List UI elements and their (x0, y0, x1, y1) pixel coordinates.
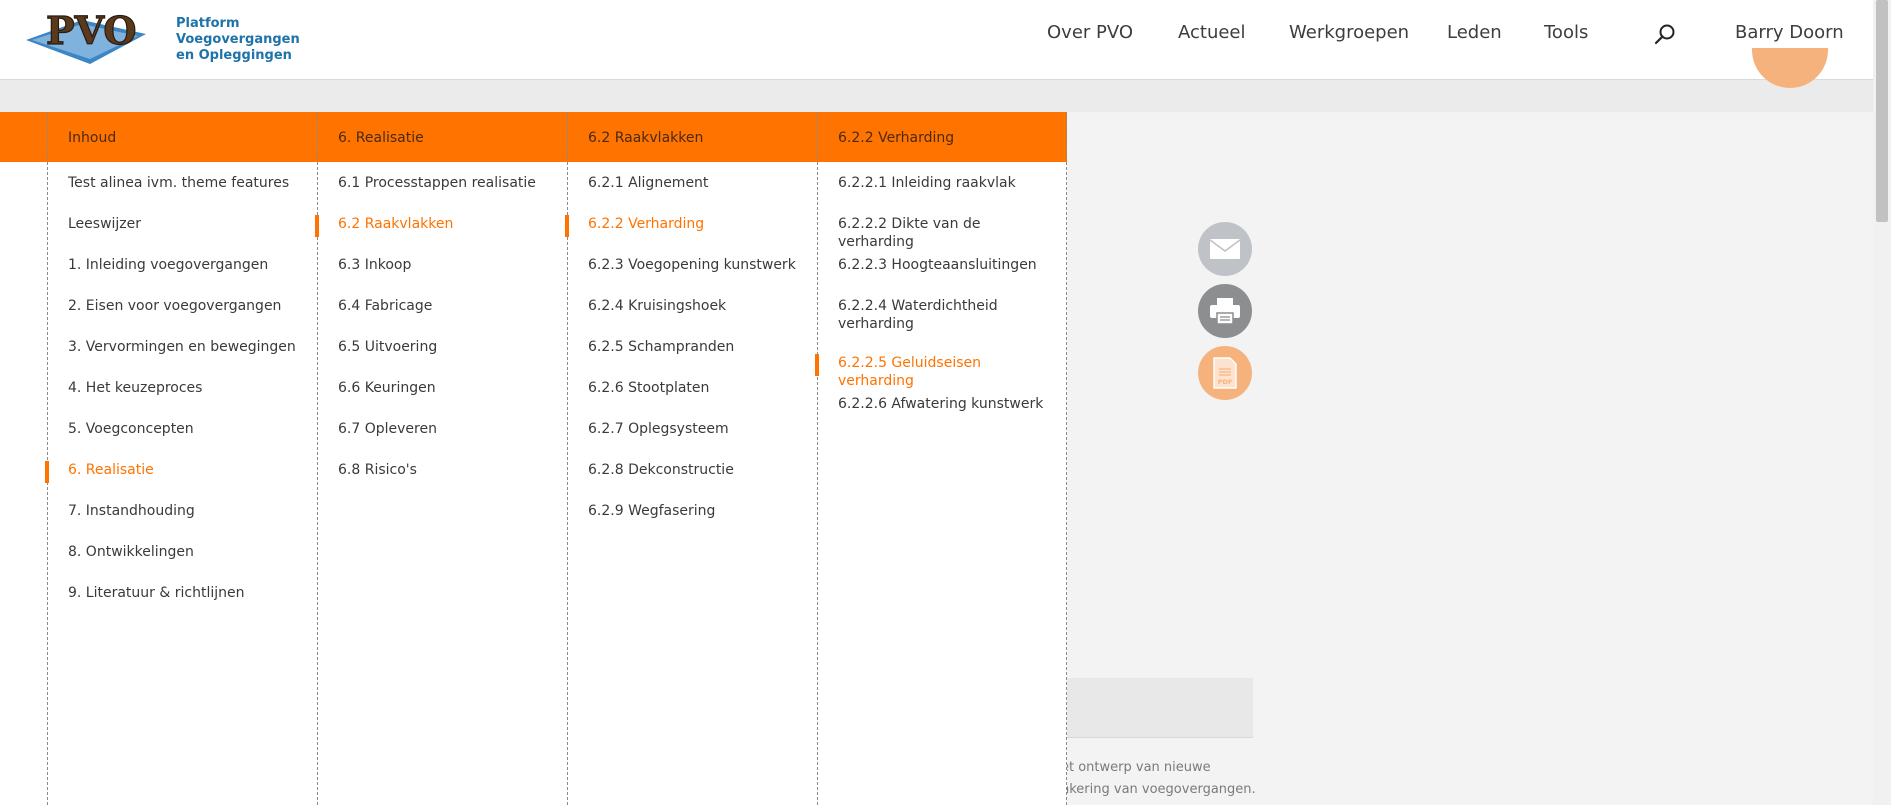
menu-item[interactable]: 1. Inleiding voegovergangen (48, 256, 317, 297)
menu-item[interactable]: 6.2.4 Kruisingshoek (568, 297, 817, 338)
menu-item[interactable]: 6.2 Raakvlakken (315, 215, 567, 256)
menu-list: 6.2.2.1 Inleiding raakvlak 6.2.2.2 Dikte … (815, 174, 1066, 436)
mega-menu: Inhoud Test alinea ivm. theme features Le… (0, 112, 1067, 805)
menu-item[interactable]: Leeswijzer (48, 215, 317, 256)
menu-column-title[interactable]: 6. Realisatie (338, 130, 424, 146)
site-header: PVO Platform Voegovergangen en Oplegging… (0, 0, 1873, 80)
menu-item[interactable]: 6.4 Fabricage (318, 297, 567, 338)
nav-tools[interactable]: Tools (1544, 22, 1588, 43)
menu-item[interactable]: 6.2.2.5 Geluidseisen verharding (815, 354, 1066, 395)
header-band (0, 80, 1873, 112)
menu-item[interactable]: 6.2.8 Dekconstructie (568, 461, 817, 502)
menu-item[interactable]: 6.8 Risico's (318, 461, 567, 502)
nav-actueel[interactable]: Actueel (1178, 22, 1246, 43)
menu-item[interactable]: 7. Instandhouding (48, 502, 317, 543)
menu-column-title[interactable]: Inhoud (68, 130, 116, 146)
menu-list: Test alinea ivm. theme features Leeswijze… (45, 174, 317, 625)
menu-item[interactable]: 6.2.1 Alignement (568, 174, 817, 215)
nav-user[interactable]: Barry Doorn (1735, 22, 1844, 43)
menu-item[interactable]: 6.2.5 Schampranden (568, 338, 817, 379)
content-panel (1067, 678, 1253, 738)
search-icon[interactable] (1654, 23, 1676, 45)
menu-item[interactable]: 6.2.2.3 Hoogteaansluitingen (818, 256, 1066, 297)
menu-item[interactable]: 9. Literatuur & richtlijnen (48, 584, 317, 625)
menu-item[interactable]: 6.2.2 Verharding (565, 215, 817, 256)
main-nav: Over PVO Actueel Werkgroepen Leden Tools… (0, 22, 1873, 46)
mail-icon (1209, 239, 1241, 259)
nav-leden[interactable]: Leden (1447, 22, 1502, 43)
share-mail-button[interactable] (1198, 222, 1252, 276)
content-line-2: nkering van voegovergangen. (1061, 782, 1256, 797)
menu-item[interactable]: 6.2.2.1 Inleiding raakvlak (818, 174, 1066, 215)
menu-item[interactable]: 6.5 Uitvoering (318, 338, 567, 379)
nav-over-pvo[interactable]: Over PVO (1047, 22, 1133, 43)
menu-column-title[interactable]: 6.2.2 Verharding (838, 130, 954, 146)
menu-column-title[interactable]: 6.2 Raakvlakken (588, 130, 703, 146)
menu-item[interactable]: 3. Vervormingen en bewegingen (48, 338, 317, 379)
menu-column-raakvlakken: 6.2 Raakvlakken 6.2.1 Alignement 6.2.2 Ve… (565, 112, 817, 805)
menu-item[interactable]: 6.2.6 Stootplaten (568, 379, 817, 420)
menu-column-verharding: 6.2.2 Verharding 6.2.2.1 Inleiding raakv… (815, 112, 1067, 805)
menu-item[interactable]: 5. Voegconcepten (48, 420, 317, 461)
scrollbar-thumb[interactable] (1876, 0, 1888, 222)
share-print-button[interactable] (1198, 284, 1252, 338)
menu-item[interactable]: 6.6 Keuringen (318, 379, 567, 420)
menu-item[interactable]: 8. Ontwikkelingen (48, 543, 317, 584)
pdf-icon: PDF (1213, 357, 1237, 389)
menu-item[interactable]: 6.2.3 Voegopening kunstwerk (568, 256, 817, 297)
share-pdf-button[interactable]: PDF (1198, 346, 1252, 400)
menu-item[interactable]: 6.3 Inkoop (318, 256, 567, 297)
menu-item[interactable]: Test alinea ivm. theme features (48, 174, 317, 215)
logo-line-3: en Opleggingen (176, 48, 292, 63)
content-text: et ontwerp van nieuwe nkering van voegov… (1061, 757, 1261, 801)
nav-werkgroepen[interactable]: Werkgroepen (1289, 22, 1409, 43)
menu-list: 6.1 Processtappen realisatie 6.2 Raakvlak… (315, 174, 567, 502)
menu-item[interactable]: 6.2.9 Wegfasering (568, 502, 817, 543)
menu-item[interactable]: 6. Realisatie (45, 461, 317, 502)
printer-icon (1210, 298, 1240, 325)
menu-item[interactable]: 6.1 Processtappen realisatie (318, 174, 567, 215)
menu-item[interactable]: 6.2.2.2 Dikte van de verharding (818, 215, 1066, 256)
content-line-1: et ontwerp van nieuwe (1061, 760, 1211, 775)
menu-list: 6.2.1 Alignement 6.2.2 Verharding 6.2.3 Vo… (565, 174, 817, 543)
menu-column-inhoud: Inhoud Test alinea ivm. theme features Le… (45, 112, 317, 805)
menu-item[interactable]: 2. Eisen voor voegovergangen (48, 297, 317, 338)
menu-item[interactable]: 6.7 Opleveren (318, 420, 567, 461)
menu-item[interactable]: 6.2.2.4 Waterdichtheid verharding (818, 297, 1066, 354)
menu-column-realisatie: 6. Realisatie 6.1 Processtappen realisat… (315, 112, 567, 805)
menu-item[interactable]: 6.2.2.6 Afwatering kunstwerk (818, 395, 1066, 436)
svg-text:PDF: PDF (1218, 378, 1233, 386)
menu-item[interactable]: 4. Het keuzeproces (48, 379, 317, 420)
menu-item[interactable]: 6.2.7 Oplegsysteem (568, 420, 817, 461)
